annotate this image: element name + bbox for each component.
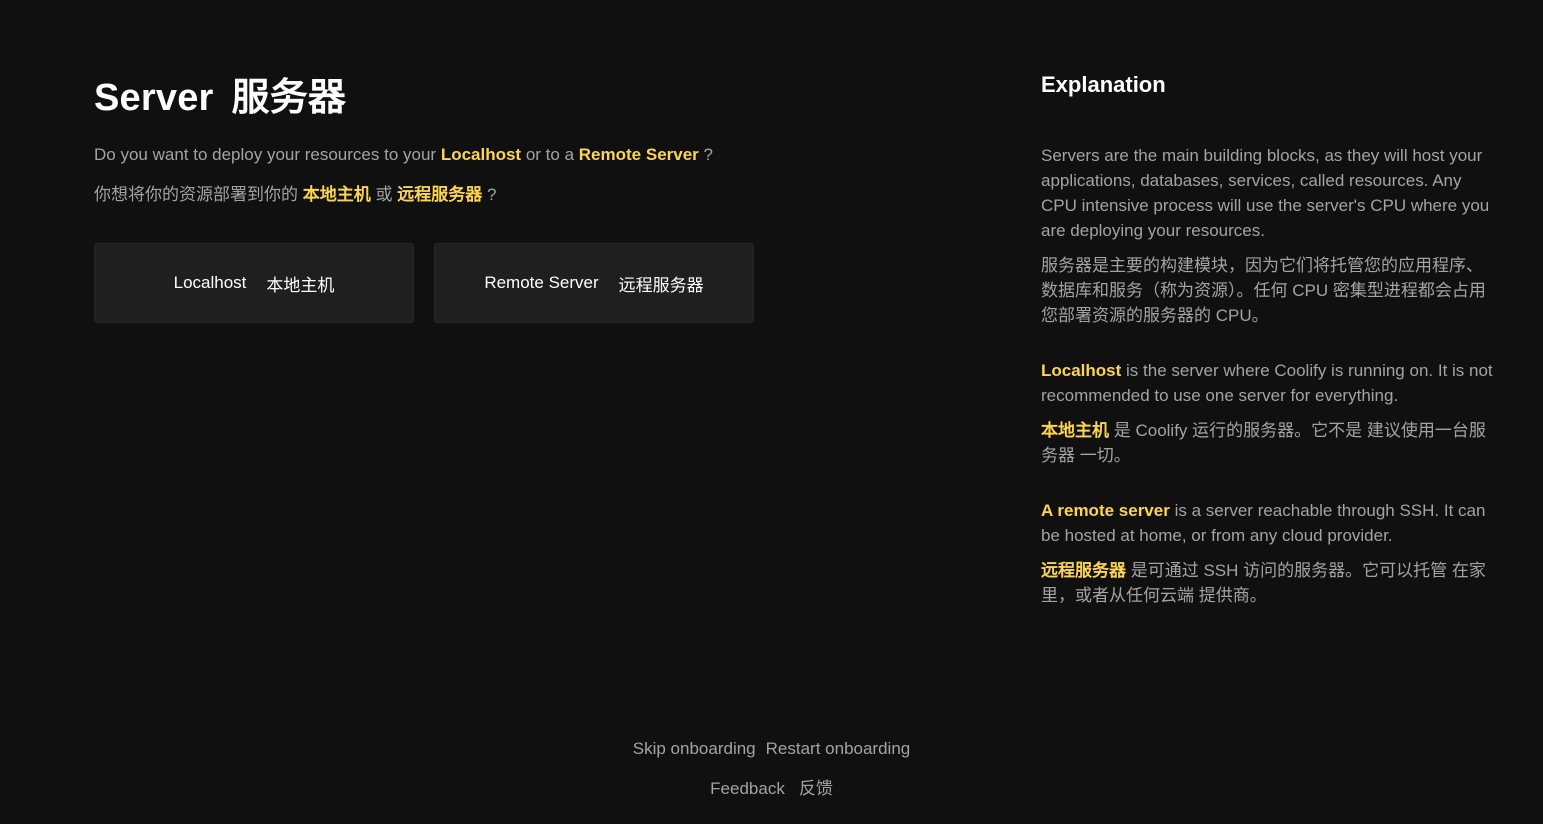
- localhost-button-label-zh: 本地主机: [266, 275, 335, 295]
- question-en-prefix: Do you want to deploy your resources to …: [94, 145, 437, 164]
- page-title: Server 服务器: [94, 66, 346, 121]
- question-en-suffix: ?: [703, 145, 713, 164]
- page-title-zh: 服务器: [231, 77, 347, 119]
- remote-server-button-label-en: Remote Server: [484, 273, 599, 292]
- localhost-button-label-en: Localhost: [173, 273, 247, 292]
- explanation-remote-zh-highlight: 远程服务器: [1041, 561, 1126, 580]
- restart-onboarding-link[interactable]: Restart onboarding: [766, 739, 911, 758]
- explanation-title: Explanation: [1041, 72, 1166, 97]
- explanation-localhost-zh: 本地主机 是 Coolify 运行的服务器。它不是 建议使用一台服务器 一切。: [1041, 418, 1493, 468]
- explanation-localhost-en-highlight: Localhost: [1041, 361, 1122, 380]
- remote-server-button[interactable]: Remote Server 远程服务器: [434, 243, 754, 323]
- explanation-servers-en: Servers are the main building blocks, as…: [1041, 146, 1490, 240]
- skip-onboarding-link[interactable]: Skip onboarding: [633, 739, 756, 758]
- explanation-localhost-en: Localhost is the server where Coolify is…: [1041, 358, 1493, 408]
- question-zh-mid: 或: [375, 185, 393, 204]
- question-zh-localhost: 本地主机: [302, 185, 371, 204]
- footer-feedback: Feedback 反馈: [0, 774, 1543, 799]
- question-zh-remote: 远程服务器: [397, 185, 483, 204]
- question-en-localhost: Localhost: [440, 145, 522, 164]
- feedback-label-en: Feedback: [710, 779, 785, 798]
- explanation-remote-en-highlight: A remote server: [1041, 501, 1170, 520]
- feedback-label-zh: 反馈: [798, 779, 833, 798]
- feedback-link[interactable]: Feedback 反馈: [710, 779, 833, 798]
- explanation-localhost-zh-highlight: 本地主机: [1041, 421, 1109, 440]
- explanation-remote-zh: 远程服务器 是可通过 SSH 访问的服务器。它可以托管 在家里，或者从任何云端 …: [1041, 558, 1493, 608]
- question-en: Do you want to deploy your resources to …: [94, 145, 713, 165]
- question-zh-suffix: ?: [486, 185, 497, 204]
- question-zh: 你想将你的资源部署到你的 本地主机 或 远程服务器 ?: [94, 180, 496, 205]
- explanation-remote-en: A remote server is a server reachable th…: [1041, 498, 1493, 548]
- explanation-servers-zh: 服务器是主要的构建模块，因为它们将托管您的应用程序、数据库和服务（称为资源）。任…: [1041, 256, 1486, 325]
- question-zh-prefix: 你想将你的资源部署到你的: [94, 185, 298, 204]
- question-en-remote: Remote Server: [578, 145, 699, 164]
- remote-server-button-label-zh: 远程服务器: [618, 275, 704, 295]
- localhost-button[interactable]: Localhost 本地主机: [94, 243, 414, 323]
- footer-onboarding-links: Skip onboarding Restart onboarding: [0, 739, 1543, 759]
- page-title-en: Server: [94, 77, 214, 119]
- question-en-mid: or to a: [525, 145, 575, 164]
